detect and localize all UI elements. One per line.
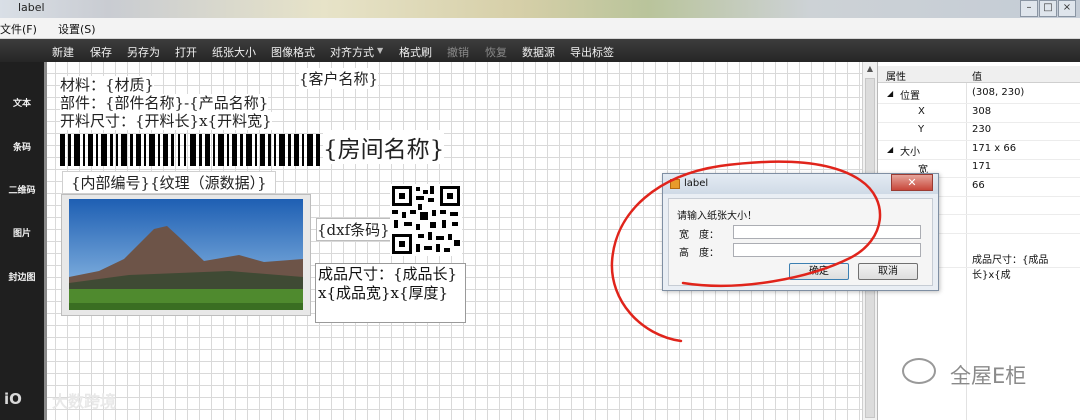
- watermark-brand: 全屋E柜: [950, 364, 1027, 388]
- watermark-logo-icon: iO: [4, 390, 22, 408]
- annotation-circle: [610, 160, 882, 343]
- wechat-icon: [902, 358, 936, 384]
- watermark-text: 大数跨境: [52, 392, 117, 411]
